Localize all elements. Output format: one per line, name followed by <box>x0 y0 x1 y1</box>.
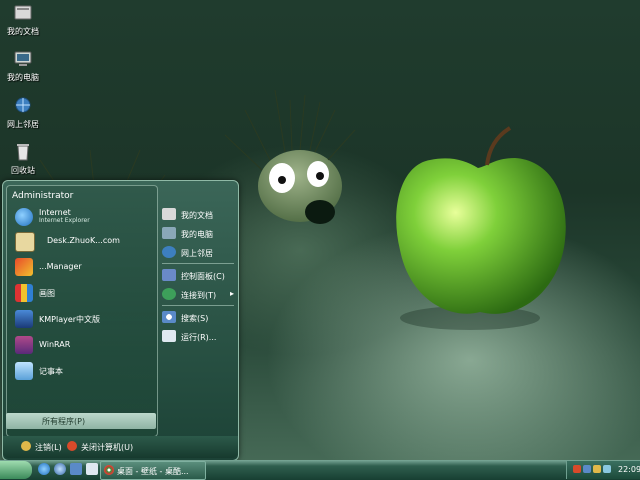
my-computer-icon <box>14 51 32 66</box>
search-icon <box>162 311 176 323</box>
apple <box>396 158 566 314</box>
quicklaunch-desktop-icon[interactable] <box>86 463 98 475</box>
program-item-website[interactable]: Desk.ZhuoK...com <box>15 232 155 252</box>
winrar-icon <box>15 336 33 354</box>
places-label: 运行(R)... <box>181 333 217 342</box>
desktop-icon-label: 我的电脑 <box>7 73 39 82</box>
network-places-icon <box>162 246 176 258</box>
program-item-kmplayer[interactable]: KMPlayer中文版 <box>15 310 155 330</box>
places-item-connect-to[interactable]: 连接到(T) ▸ <box>162 288 238 302</box>
places-item-control-panel[interactable]: 控制面板(C) <box>162 269 238 283</box>
desktop-icon-label: 网上邻居 <box>7 120 39 129</box>
program-label: Internet <box>39 208 71 217</box>
run-icon <box>162 330 176 342</box>
program-label: 记事本 <box>39 367 63 376</box>
all-programs-button[interactable]: 所有程序(P) <box>6 413 156 429</box>
volume-icon[interactable] <box>603 465 611 473</box>
quicklaunch-media-icon[interactable] <box>70 463 82 475</box>
shutdown-label: 关闭计算机(U) <box>81 443 134 452</box>
kmplayer-icon <box>15 310 33 328</box>
places-item-search[interactable]: 搜索(S) <box>162 311 238 325</box>
program-item-internet-explorer[interactable]: Internet Internet Explorer <box>15 208 155 228</box>
program-item-notepad[interactable]: 记事本 <box>15 362 155 382</box>
hedgehog-right-nose <box>305 200 335 224</box>
logoff-icon <box>21 441 31 451</box>
taskbar-window-label: 桌面 - 壁纸 - 桌酷... <box>117 467 189 476</box>
clock[interactable]: 22:09 <box>618 465 640 474</box>
program-label: KMPlayer中文版 <box>39 315 101 324</box>
connect-to-icon <box>162 288 176 300</box>
tray-icon[interactable] <box>573 465 581 473</box>
all-programs-label: 所有程序(P) <box>42 417 86 426</box>
logoff-label: 注销(L) <box>35 443 62 452</box>
submenu-arrow-icon: ▸ <box>230 289 235 298</box>
places-divider <box>162 263 234 264</box>
start-menu-footer: 注销(L) 关闭计算机(U) <box>3 436 238 458</box>
quicklaunch-ie-icon[interactable] <box>38 463 50 475</box>
desktop-icon-label: 我的文档 <box>7 27 39 36</box>
program-label: WinRAR <box>39 340 71 349</box>
system-tray: 22:09 <box>566 461 640 479</box>
start-menu-places-pane: 我的文档 我的电脑 网上邻居 控制面板(C) 连接到(T) ▸ 搜索(S) 运行… <box>158 201 236 431</box>
desktop-icon-label: 回收站 <box>11 166 35 175</box>
website-icon <box>15 232 35 252</box>
program-item-winrar[interactable]: WinRAR <box>15 336 155 356</box>
power-icon <box>67 441 77 451</box>
program-item-manager[interactable]: ...Manager <box>15 258 155 278</box>
places-label: 我的文档 <box>181 211 213 220</box>
places-label: 控制面板(C) <box>181 272 225 281</box>
desktop-icon-recycle-bin[interactable]: 回收站 <box>0 143 46 176</box>
desktop-icon-my-computer[interactable]: 我的电脑 <box>0 50 46 83</box>
program-sublabel: Internet Explorer <box>39 217 90 224</box>
manager-icon <box>15 258 33 276</box>
places-item-network-places[interactable]: 网上邻居 <box>162 246 238 260</box>
places-label: 我的电脑 <box>181 230 213 239</box>
desktop-icon-network-places[interactable]: 网上邻居 <box>0 97 46 130</box>
chrome-icon <box>104 465 114 475</box>
tray-icon[interactable] <box>583 465 591 473</box>
start-menu: Administrator Internet Internet Explorer… <box>2 180 239 461</box>
places-item-run[interactable]: 运行(R)... <box>162 330 238 344</box>
quicklaunch-browser-icon[interactable] <box>54 463 66 475</box>
taskbar-window-button[interactable]: 桌面 - 壁纸 - 桌酷... <box>100 461 206 480</box>
control-panel-icon <box>162 269 176 281</box>
notepad-icon <box>15 362 33 380</box>
start-button[interactable] <box>0 461 32 479</box>
my-documents-icon <box>162 208 176 220</box>
recycle-bin-icon <box>17 144 29 161</box>
places-item-my-computer[interactable]: 我的电脑 <box>162 227 238 241</box>
places-item-my-documents[interactable]: 我的文档 <box>162 208 238 222</box>
internet-explorer-icon <box>15 208 33 226</box>
places-label: 搜索(S) <box>181 314 209 323</box>
desktop-icon-my-documents[interactable]: 我的文档 <box>0 4 46 37</box>
places-divider <box>162 305 234 306</box>
program-label: Desk.ZhuoK...com <box>47 236 120 245</box>
program-item-paint[interactable]: 画图 <box>15 284 155 304</box>
network-places-icon <box>15 97 31 113</box>
program-label: ...Manager <box>39 262 82 271</box>
tray-icon[interactable] <box>593 465 601 473</box>
paint-icon <box>15 284 33 302</box>
program-label: 画图 <box>39 289 55 298</box>
places-label: 连接到(T) <box>181 291 217 300</box>
user-name: Administrator <box>12 191 74 201</box>
my-computer-icon <box>162 227 176 239</box>
my-documents-icon <box>14 5 32 20</box>
places-label: 网上邻居 <box>181 249 213 258</box>
start-menu-program-pane: Administrator Internet Internet Explorer… <box>6 185 158 437</box>
taskbar: 桌面 - 壁纸 - 桌酷... 22:09 <box>0 460 640 480</box>
